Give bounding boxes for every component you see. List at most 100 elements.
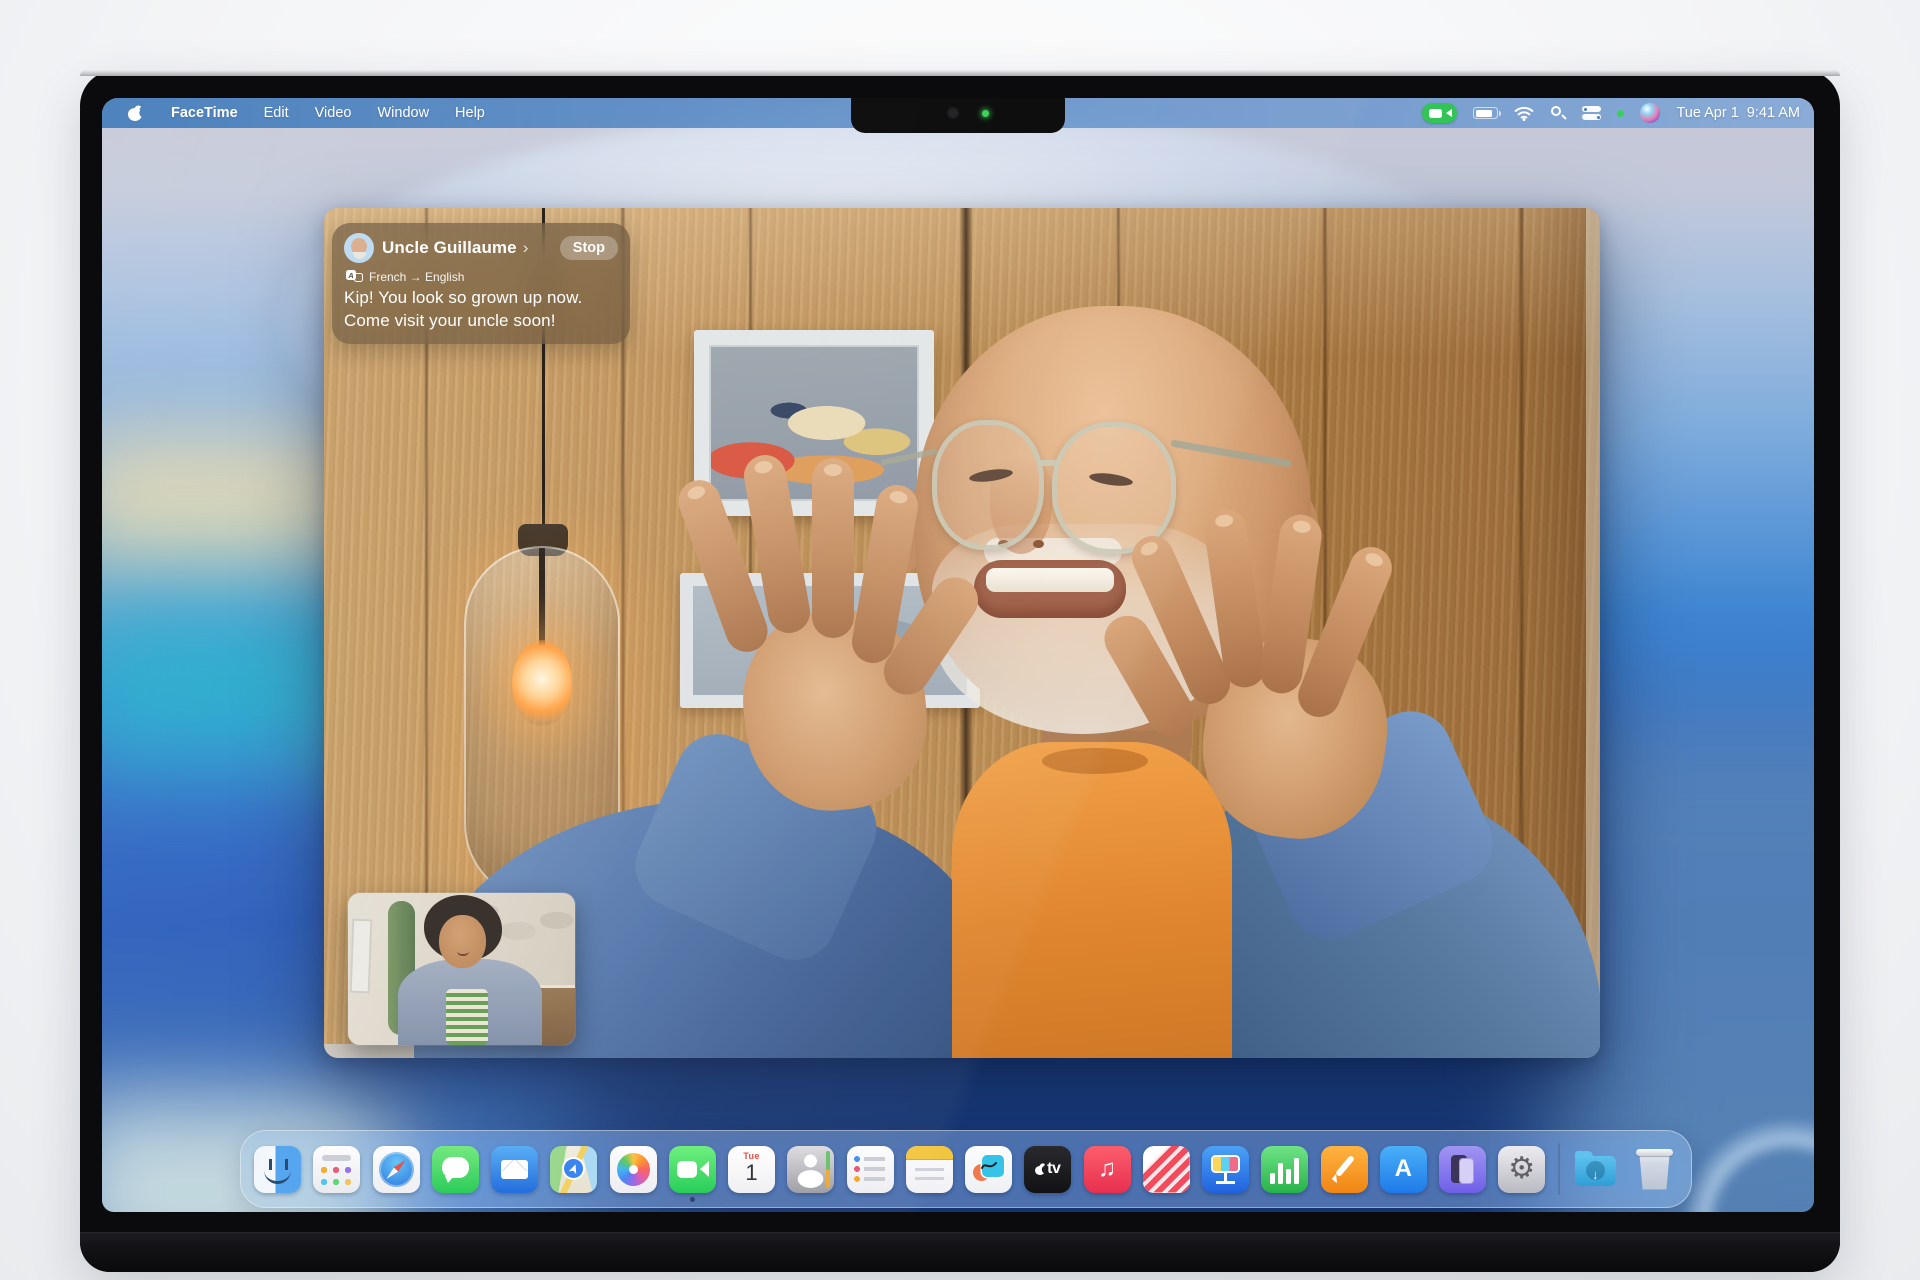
orange-tshirt <box>952 742 1232 1058</box>
macbook-top-rim <box>80 70 1840 76</box>
menu-video[interactable]: Video <box>302 105 365 121</box>
control-center-icon[interactable] <box>1582 106 1601 120</box>
chevron-right-icon: › <box>523 238 529 258</box>
live-translation-caption: Uncle Guillaume › Stop A French → Englis… <box>332 223 630 344</box>
dock-icon-contacts[interactable] <box>787 1146 834 1193</box>
menu-help[interactable]: Help <box>442 105 498 121</box>
dock-icon-pages[interactable] <box>1321 1146 1368 1193</box>
trash-bin-body <box>1637 1151 1672 1190</box>
dock-icon-finder[interactable] <box>254 1146 301 1193</box>
pip-striped-shirt <box>446 989 488 1045</box>
trash-bin-rim <box>1636 1149 1673 1156</box>
apple-logo-body <box>128 108 142 121</box>
macbook-frame: FaceTime Edit Video Window Help <box>80 70 1840 1272</box>
camera-active-indicator-icon[interactable] <box>1422 103 1457 123</box>
glasses-bridge <box>1038 460 1058 466</box>
webcam-active-led <box>982 110 989 117</box>
battery-nub <box>1499 111 1502 116</box>
language-direction: French → English <box>369 270 464 284</box>
calendar-day-label: 1 <box>745 1161 757 1185</box>
translate-icon-front-bubble: A <box>346 270 356 280</box>
smiling-mouth <box>974 560 1126 618</box>
menu-edit[interactable]: Edit <box>251 105 302 121</box>
lamp-bulb-stem <box>539 548 545 648</box>
battery-fill <box>1476 110 1492 117</box>
camera-body-icon <box>1429 109 1442 118</box>
teeth <box>986 568 1114 592</box>
freeform-squiggle <box>980 1159 998 1173</box>
dock-icon-photos[interactable] <box>610 1146 657 1193</box>
macbook-hinge-body <box>80 1232 1840 1272</box>
spotlight-search-icon[interactable] <box>1550 105 1566 121</box>
macbook-screen: FaceTime Edit Video Window Help <box>102 98 1814 1212</box>
gear-icon: ⚙ <box>1508 1154 1535 1184</box>
translation-language-row: A French → English <box>346 270 618 284</box>
dock-divider <box>1558 1143 1560 1195</box>
dock-icon-music[interactable]: ♫ <box>1084 1146 1131 1193</box>
dock-icon-app-store[interactable]: A <box>1380 1146 1427 1193</box>
dock-icon-launchpad[interactable] <box>313 1146 360 1193</box>
menu-facetime[interactable]: FaceTime <box>158 105 251 121</box>
dock-icon-iphone-mirroring[interactable] <box>1439 1146 1486 1193</box>
webcam-icon <box>949 109 957 117</box>
translated-message-line-1: Kip! You look so grown up now. <box>344 287 618 310</box>
dock-icon-mail[interactable] <box>491 1146 538 1193</box>
clock-time: 9:41 AM <box>1747 105 1800 121</box>
dock-icon-freeform[interactable] <box>965 1146 1012 1193</box>
glasses-lens-left <box>932 420 1044 550</box>
dock-icon-messages[interactable] <box>432 1146 479 1193</box>
self-view-pip[interactable] <box>348 893 575 1045</box>
dock-icon-facetime[interactable] <box>669 1146 716 1193</box>
pip-wall-frame <box>350 919 373 994</box>
glasses-lens-right <box>1052 422 1176 554</box>
search-handle <box>1562 114 1568 120</box>
apple-logo-small <box>1035 1163 1045 1175</box>
wifi-icon[interactable] <box>1514 106 1534 121</box>
dock-icon-safari[interactable] <box>373 1146 420 1193</box>
calendar-weekday-label: Tue <box>743 1151 760 1161</box>
dock-icon-maps[interactable] <box>550 1146 597 1193</box>
dock-icon-numbers[interactable] <box>1261 1146 1308 1193</box>
dock-icon-calendar[interactable]: Tue 1 <box>728 1146 775 1193</box>
stop-translation-button[interactable]: Stop <box>560 236 618 260</box>
dock-icon-downloads-folder[interactable]: ↓ <box>1572 1146 1619 1193</box>
dock-icon-trash[interactable] <box>1631 1146 1678 1193</box>
dock-icon-keynote[interactable] <box>1202 1146 1249 1193</box>
apple-body-small <box>1035 1166 1045 1175</box>
tv-label: tv <box>1047 1160 1060 1178</box>
battery-icon[interactable] <box>1473 107 1498 119</box>
menu-bar-left: FaceTime Edit Video Window Help <box>102 105 498 121</box>
dock-icon-apple-tv[interactable]: tv <box>1024 1146 1071 1193</box>
left-hand-finger <box>812 458 854 638</box>
menu-bar-clock[interactable]: Tue Apr 1 9:41 AM <box>1676 105 1800 121</box>
status-green-dot <box>1617 110 1624 117</box>
contact-name: Uncle Guillaume <box>382 238 517 258</box>
translated-message-line-2: Come visit your uncle soon! <box>344 310 618 333</box>
toggle-top <box>1582 106 1601 112</box>
wall-right-edge-light <box>1586 208 1600 1058</box>
display-notch <box>851 98 1065 133</box>
running-indicator-dot <box>690 1197 695 1202</box>
dock-icon-news[interactable] <box>1143 1146 1190 1193</box>
caption-header-row[interactable]: Uncle Guillaume › Stop <box>344 233 618 263</box>
menu-bar-status: Tue Apr 1 9:41 AM <box>1422 103 1814 123</box>
dock-icon-notes[interactable] <box>906 1146 953 1193</box>
menu-window[interactable]: Window <box>364 105 442 121</box>
apple-menu-icon[interactable] <box>128 105 142 121</box>
pip-person-face <box>439 915 486 968</box>
numbers-bar-chart <box>1270 1158 1299 1184</box>
dock: Tue 1 tv ♫ A <box>240 1130 1692 1208</box>
download-arrow-glyph: ↓ <box>1572 1167 1619 1182</box>
toggle-bottom <box>1582 114 1601 120</box>
memoji-avatar <box>344 233 374 263</box>
clock-date: Tue Apr 1 <box>1676 105 1738 121</box>
app-store-letter: A <box>1395 1155 1412 1183</box>
dock-icon-system-settings[interactable]: ⚙ <box>1498 1146 1545 1193</box>
search-glass <box>1551 106 1561 116</box>
facetime-window: Uncle Guillaume › Stop A French → Englis… <box>324 208 1600 1058</box>
siri-icon[interactable] <box>1640 103 1660 123</box>
lamp-glowing-bulb <box>512 640 572 726</box>
translate-icon: A <box>346 270 363 284</box>
music-note-glyph: ♫ <box>1098 1155 1116 1183</box>
dock-icon-reminders[interactable] <box>847 1146 894 1193</box>
